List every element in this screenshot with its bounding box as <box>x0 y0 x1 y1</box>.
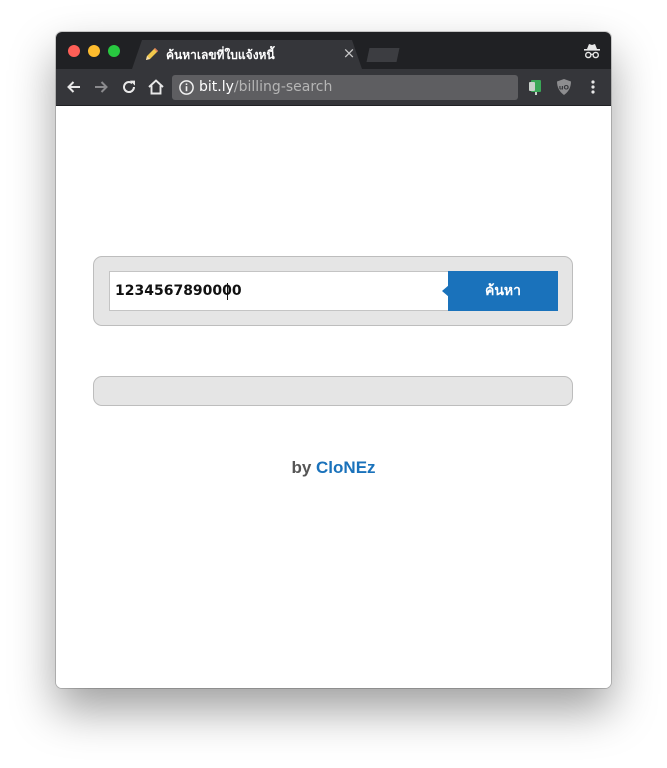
ublock-icon[interactable]: uO <box>555 77 573 97</box>
result-box <box>93 376 573 406</box>
pencil-icon <box>146 48 158 60</box>
browser-window: ค้นหาเลขที่ใบแจ้งหนี้ × bit.ly/billing-s… <box>56 32 611 688</box>
search-form: ค้นหา <box>93 256 573 326</box>
active-tab[interactable]: ค้นหาเลขที่ใบแจ้งหนี้ × <box>132 40 362 69</box>
menu-dots-icon[interactable] <box>584 77 602 97</box>
tab-close-icon[interactable]: × <box>341 45 357 61</box>
tab-title: ค้นหาเลขที่ใบแจ้งหนี้ <box>166 48 275 62</box>
url-path: /billing-search <box>233 79 333 95</box>
search-button[interactable]: ค้นหา <box>448 271 558 311</box>
forward-arrow-icon[interactable] <box>91 77 111 97</box>
address-bar[interactable]: bit.ly/billing-search <box>172 75 518 100</box>
extension-icon[interactable] <box>527 77 545 97</box>
incognito-icon <box>584 44 600 59</box>
window-maximize-button[interactable] <box>108 45 120 57</box>
credit-line: by CloNEz <box>56 458 611 478</box>
back-arrow-icon[interactable] <box>64 77 84 97</box>
credit-by: by <box>291 458 312 477</box>
credit-author-link[interactable]: CloNEz <box>316 458 376 477</box>
browser-toolbar: bit.ly/billing-search uO <box>56 69 611 106</box>
window-minimize-button[interactable] <box>88 45 100 57</box>
home-icon[interactable] <box>146 77 166 97</box>
window-close-button[interactable] <box>68 45 80 57</box>
new-tab-button[interactable] <box>366 48 400 62</box>
url-domain: bit.ly <box>199 79 234 95</box>
svg-text:uO: uO <box>559 84 570 92</box>
reload-icon[interactable] <box>119 77 139 97</box>
url-text: bit.ly/billing-search <box>199 79 332 95</box>
text-caret <box>227 283 228 300</box>
invoice-number-input[interactable] <box>109 271 449 311</box>
title-bar: ค้นหาเลขที่ใบแจ้งหนี้ × <box>56 32 611 69</box>
info-icon[interactable] <box>178 79 195 96</box>
page-content: ค้นหา by CloNEz <box>56 106 611 688</box>
